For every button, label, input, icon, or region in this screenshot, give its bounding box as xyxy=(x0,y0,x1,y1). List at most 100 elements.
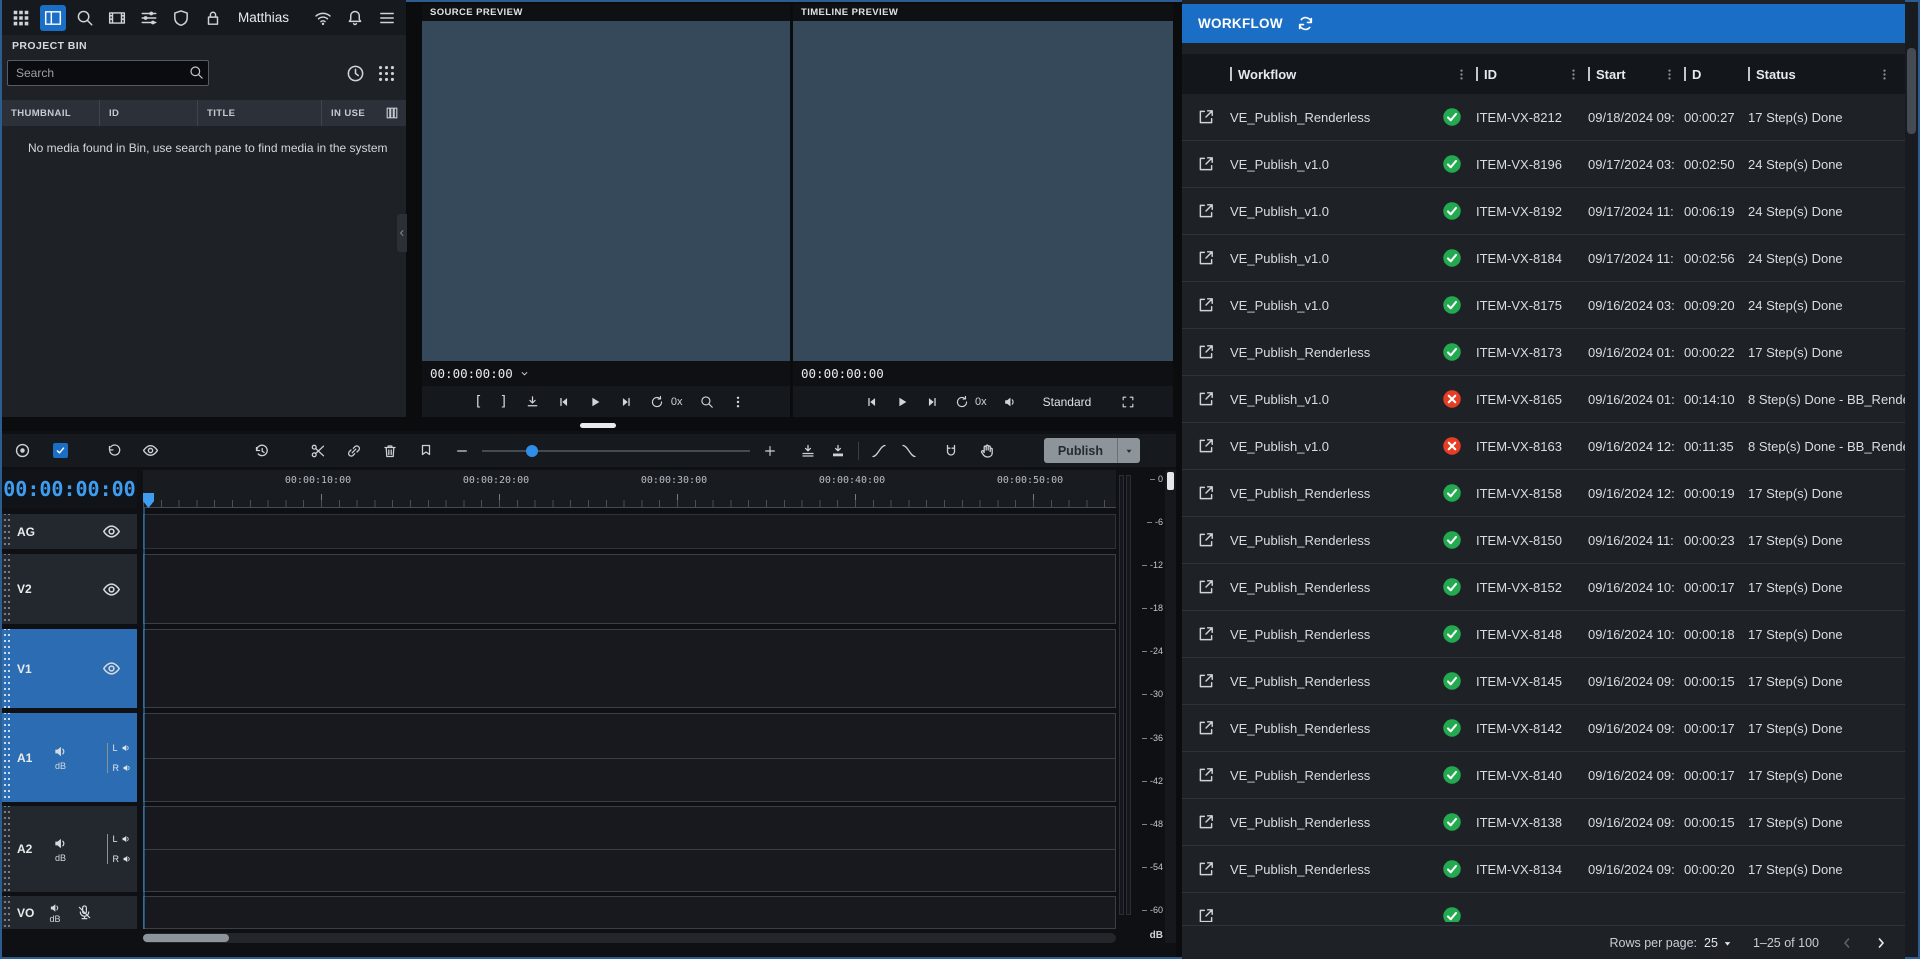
table-row[interactable]: VE_Publish_v1.0 ITEM-VX-8165 09/16/2024 … xyxy=(1182,376,1905,423)
table-row[interactable]: VE_Publish_Renderless ITEM-VX-8134 09/16… xyxy=(1182,846,1905,893)
open-workflow-link-icon[interactable] xyxy=(1182,108,1230,126)
column-menu-icon[interactable] xyxy=(1455,68,1468,81)
history-icon[interactable] xyxy=(346,64,365,83)
open-workflow-link-icon[interactable] xyxy=(1182,249,1230,267)
track-lane-v1[interactable] xyxy=(143,629,1116,708)
open-workflow-link-icon[interactable] xyxy=(1182,390,1230,408)
open-workflow-link-icon[interactable] xyxy=(1182,813,1230,831)
marker-flag-icon[interactable] xyxy=(414,439,438,463)
history-restore-icon[interactable] xyxy=(250,439,274,463)
table-row[interactable] xyxy=(1182,893,1905,922)
bin-search-input[interactable] xyxy=(7,60,209,86)
table-row[interactable]: VE_Publish_Renderless ITEM-VX-8142 09/16… xyxy=(1182,705,1905,752)
record-voiceover-icon[interactable] xyxy=(10,439,34,463)
table-row[interactable]: VE_Publish_Renderless ITEM-VX-8158 09/16… xyxy=(1182,470,1905,517)
channel-speaker-icon[interactable] xyxy=(122,854,132,864)
table-row[interactable]: VE_Publish_v1.0 ITEM-VX-8175 09/16/2024 … xyxy=(1182,282,1905,329)
playback-quality-select[interactable]: Standard xyxy=(1043,395,1092,409)
search-icon[interactable] xyxy=(189,65,204,80)
rows-per-page-select[interactable]: 25 xyxy=(1704,936,1733,950)
previous-page-icon[interactable] xyxy=(1839,935,1855,951)
track-drag-grip[interactable] xyxy=(2,713,10,802)
track-lane-a2[interactable] xyxy=(143,806,1116,892)
skip-forward-icon[interactable] xyxy=(925,395,939,409)
track-header-a2[interactable]: A2 dB L R xyxy=(2,806,137,892)
track-drag-grip[interactable] xyxy=(2,514,10,549)
playback-speed-icon[interactable] xyxy=(955,395,969,409)
mic-muted-icon[interactable] xyxy=(77,905,92,920)
user-name[interactable]: Matthias xyxy=(238,10,289,25)
track-visibility-eye-icon[interactable] xyxy=(102,580,121,599)
refresh-icon[interactable] xyxy=(1297,15,1314,32)
publish-button-label[interactable]: Publish xyxy=(1044,438,1117,463)
track-header-ag[interactable]: AG xyxy=(2,514,137,549)
table-row[interactable]: VE_Publish_Renderless ITEM-VX-8152 09/16… xyxy=(1182,564,1905,611)
publish-dropdown-caret-icon[interactable] xyxy=(1117,438,1140,463)
table-row[interactable]: VE_Publish_Renderless ITEM-VX-8148 09/16… xyxy=(1182,611,1905,658)
column-resize-handle[interactable] xyxy=(1230,67,1232,81)
editor-vertical-scrollbar[interactable] xyxy=(1165,470,1176,943)
render-icon[interactable] xyxy=(104,5,130,31)
bin-column-inuse[interactable]: IN USE xyxy=(322,100,382,126)
search-icon[interactable] xyxy=(72,5,98,31)
open-workflow-link-icon[interactable] xyxy=(1182,343,1230,361)
zoom-slider-knob[interactable] xyxy=(526,445,538,457)
splitter-grip[interactable] xyxy=(580,423,616,428)
column-menu-icon[interactable] xyxy=(1663,68,1676,81)
select-mode-checkbox[interactable] xyxy=(48,439,72,463)
track-header-v2[interactable]: V2 xyxy=(2,554,137,624)
publish-button[interactable]: Publish xyxy=(1044,438,1140,463)
next-page-icon[interactable] xyxy=(1873,935,1889,951)
notifications-bell-icon[interactable] xyxy=(342,5,368,31)
open-workflow-link-icon[interactable] xyxy=(1182,672,1230,690)
zoom-in-icon[interactable] xyxy=(758,439,782,463)
snap-magnet-icon[interactable] xyxy=(939,439,963,463)
open-workflow-link-icon[interactable] xyxy=(1182,155,1230,173)
menu-icon[interactable] xyxy=(374,5,400,31)
track-lane-ag[interactable] xyxy=(143,514,1116,549)
timeline-preview-video[interactable] xyxy=(793,21,1173,361)
play-icon[interactable] xyxy=(895,395,909,409)
workflow-scroll-thumb[interactable] xyxy=(1907,48,1916,134)
wifi-icon[interactable] xyxy=(310,5,336,31)
channel-speaker-icon[interactable] xyxy=(121,743,131,753)
table-row[interactable]: VE_Publish_Renderless ITEM-VX-8150 09/16… xyxy=(1182,517,1905,564)
link-clips-icon[interactable] xyxy=(342,439,366,463)
vertical-scroll-thumb[interactable] xyxy=(1167,472,1174,490)
table-row[interactable]: VE_Publish_Renderless ITEM-VX-8138 09/16… xyxy=(1182,799,1905,846)
column-duration[interactable]: D xyxy=(1684,67,1748,82)
track-visibility-eye-icon[interactable] xyxy=(102,659,121,678)
table-row[interactable]: VE_Publish_v1.0 ITEM-VX-8192 09/17/2024 … xyxy=(1182,188,1905,235)
bin-column-id[interactable]: ID xyxy=(100,100,198,126)
razor-scissors-icon[interactable] xyxy=(306,439,330,463)
track-mute-speaker-icon[interactable] xyxy=(53,744,68,759)
track-drag-grip[interactable] xyxy=(2,896,10,929)
insert-clip-icon[interactable] xyxy=(796,439,820,463)
apps-grid-icon[interactable] xyxy=(8,5,34,31)
bin-column-thumbnail[interactable]: THUMBNAIL xyxy=(2,100,100,126)
track-db-label[interactable]: dB xyxy=(55,853,66,863)
track-drag-grip[interactable] xyxy=(2,629,10,708)
layout-panels-icon[interactable] xyxy=(40,5,66,31)
open-workflow-link-icon[interactable] xyxy=(1182,766,1230,784)
fade-in-icon[interactable] xyxy=(867,439,891,463)
track-visibility-eye-icon[interactable] xyxy=(102,522,121,541)
shield-icon[interactable] xyxy=(168,5,194,31)
more-options-icon[interactable] xyxy=(731,395,745,409)
lock-icon[interactable] xyxy=(200,5,226,31)
bin-collapse-handle[interactable] xyxy=(397,214,407,252)
channel-speaker-icon[interactable] xyxy=(121,834,131,844)
editor-horizontal-scrollbar[interactable] xyxy=(143,933,1116,943)
send-to-timeline-icon[interactable] xyxy=(525,394,540,409)
open-workflow-link-icon[interactable] xyxy=(1182,531,1230,549)
track-db-label[interactable]: dB xyxy=(49,914,60,924)
column-start[interactable]: Start xyxy=(1588,67,1684,82)
track-db-label[interactable]: dB xyxy=(55,761,66,771)
playback-speed-icon[interactable] xyxy=(650,395,664,409)
open-workflow-link-icon[interactable] xyxy=(1182,437,1230,455)
table-row[interactable]: VE_Publish_Renderless ITEM-VX-8173 09/16… xyxy=(1182,329,1905,376)
source-preview-video[interactable] xyxy=(422,21,790,361)
track-header-vo[interactable]: VO dB xyxy=(2,896,137,929)
table-row[interactable]: VE_Publish_v1.0 ITEM-VX-8163 09/16/2024 … xyxy=(1182,423,1905,470)
table-row[interactable]: VE_Publish_Renderless ITEM-VX-8212 09/18… xyxy=(1182,94,1905,141)
